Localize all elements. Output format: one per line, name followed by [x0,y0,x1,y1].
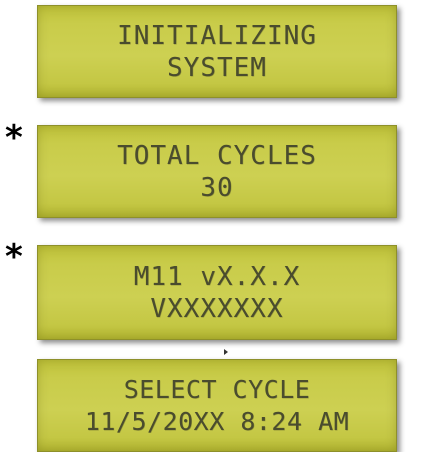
lcd-screen-initializing: INITIALIZING SYSTEM [37,5,397,98]
lcd-line-2: 30 [200,172,234,203]
lcd-line-2: 11/5/20XX 8:24 AM [84,406,350,436]
lcd-screen-version: M11 vX.X.X VXXXXXXX [37,245,397,340]
lcd-line-1: TOTAL CYCLES [117,140,317,171]
lcd-line-1: INITIALIZING [117,20,317,51]
lcd-line-1: M11 vX.X.X [133,261,301,292]
asterisk-marker: * [5,118,23,158]
lcd-line-1: SELECT CYCLE [123,374,311,404]
asterisk-marker: * [5,237,23,277]
lcd-screen-select-cycle: SELECT CYCLE 11/5/20XX 8:24 AM [37,359,397,452]
lcd-screen-total-cycles: TOTAL CYCLES 30 [37,125,397,218]
lcd-line-2: VXXXXXXX [150,293,284,324]
cursor-mark-icon [224,349,228,355]
lcd-line-2: SYSTEM [167,52,267,83]
